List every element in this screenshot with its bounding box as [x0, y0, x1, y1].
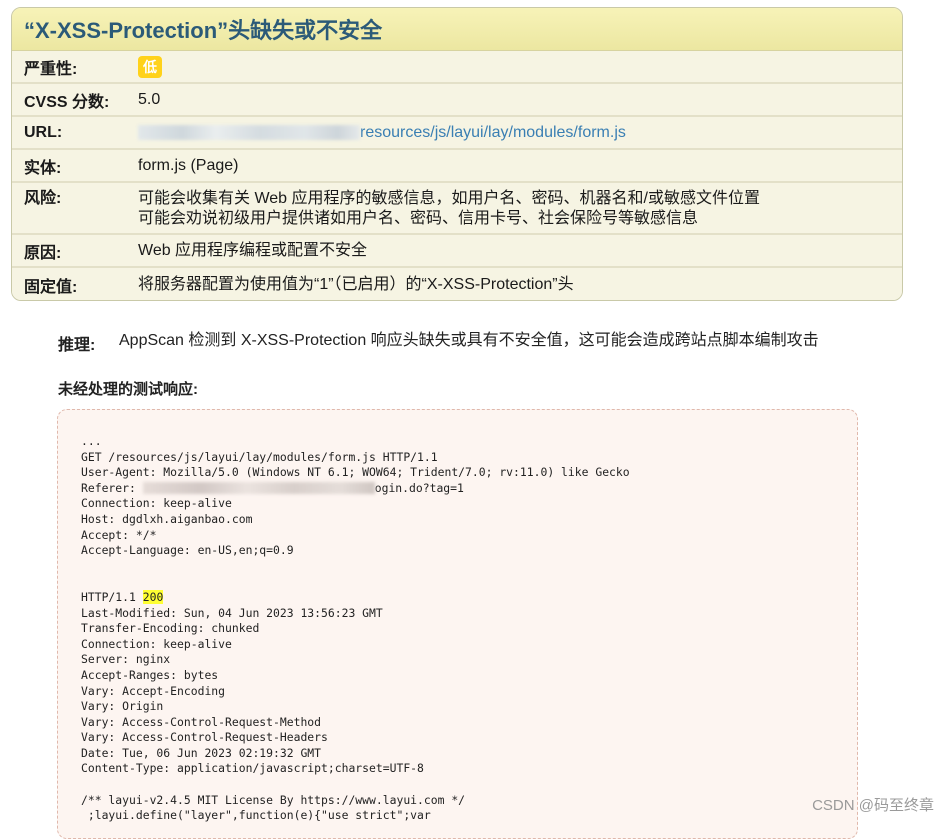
severity-row: 严重性: 低 [12, 51, 902, 84]
cause-label: 原因: [12, 239, 138, 263]
reasoning-block: 推理: AppScan 检测到 X-XSS-Protection 响应头缺失或具… [58, 331, 858, 355]
fix-label: 固定值: [12, 273, 138, 297]
response-line-0: Last-Modified: Sun, 04 Jun 2023 13:56:23… [81, 606, 383, 620]
raw-response-code-box: ... GET /resources/js/layui/lay/modules/… [57, 409, 858, 839]
url-link[interactable]: resources/js/layui/lay/modules/form.js [360, 124, 626, 141]
severity-label: 严重性: [12, 55, 138, 79]
url-row: URL: resources/js/layui/lay/modules/form… [12, 117, 902, 150]
response-line-3: Server: nginx [81, 652, 170, 666]
request-line-5: Accept: */* [81, 528, 156, 542]
risk-line-2: 可能会劝说初级用户提供诸如用户名、密码、信用卡号、社会保险号等敏感信息 [138, 209, 902, 229]
status-prefix: HTTP/1.1 [81, 590, 143, 604]
request-line-3: Connection: keep-alive [81, 496, 232, 510]
referer-suffix: ogin.do?tag=1 [375, 481, 464, 495]
entity-value: form.js (Page) [138, 156, 902, 176]
response-line-2: Connection: keep-alive [81, 637, 232, 651]
response-line-10: Content-Type: application/javascript;cha… [81, 761, 424, 775]
raw-response-code: ... GET /resources/js/layui/lay/modules/… [81, 434, 857, 824]
reasoning-text: AppScan 检测到 X-XSS-Protection 响应头缺失或具有不安全… [119, 331, 858, 355]
response-line-9: Date: Tue, 06 Jun 2023 02:19:32 GMT [81, 746, 321, 760]
fix-value: 将服务器配置为使用值为“1”（已启用）的“X-XSS-Protection”头 [138, 275, 902, 295]
cvss-value: 5.0 [138, 90, 902, 110]
response-line-7: Vary: Access-Control-Request-Method [81, 715, 321, 729]
watermark: CSDN @码至终章 [812, 794, 934, 815]
entity-row: 实体: form.js (Page) [12, 150, 902, 183]
body-line-0: /** layui-v2.4.5 MIT License By https://… [81, 793, 465, 807]
entity-label: 实体: [12, 154, 138, 178]
issue-title: “X-XSS-Protection”头缺失或不安全 [12, 8, 902, 51]
redacted-referer-blur [143, 482, 375, 494]
reasoning-label: 推理: [58, 331, 119, 355]
redacted-host-blur [138, 125, 360, 140]
body-line-1: ;layui.define("layer",function(e){"use s… [81, 808, 431, 822]
response-line-1: Transfer-Encoding: chunked [81, 621, 259, 635]
issue-card: “X-XSS-Protection”头缺失或不安全 严重性: 低 CVSS 分数… [11, 7, 903, 301]
url-label: URL: [12, 124, 138, 142]
request-line-4: Host: dgdlxh.aiganbao.com [81, 512, 252, 526]
request-line-1: GET /resources/js/layui/lay/modules/form… [81, 450, 438, 464]
status-code-highlight: 200 [143, 590, 164, 604]
response-line-4: Accept-Ranges: bytes [81, 668, 218, 682]
risk-label: 风险: [12, 189, 138, 209]
response-line-8: Vary: Access-Control-Request-Headers [81, 730, 328, 744]
request-line-0: ... [81, 434, 102, 448]
referer-prefix: Referer: [81, 481, 143, 495]
response-line-5: Vary: Accept-Encoding [81, 684, 225, 698]
response-line-6: Vary: Origin [81, 699, 163, 713]
cvss-label: CVSS 分数: [12, 88, 138, 112]
cvss-row: CVSS 分数: 5.0 [12, 84, 902, 117]
risk-line-1: 可能会收集有关 Web 应用程序的敏感信息，如用户名、密码、机器名和/或敏感文件… [138, 189, 902, 209]
request-line-2: User-Agent: Mozilla/5.0 (Windows NT 6.1;… [81, 465, 630, 479]
cause-value: Web 应用程序编程或配置不安全 [138, 241, 902, 261]
cause-row: 原因: Web 应用程序编程或配置不安全 [12, 235, 902, 268]
raw-response-title: 未经处理的测试响应: [58, 378, 198, 399]
fix-row: 固定值: 将服务器配置为使用值为“1”（已启用）的“X-XSS-Protecti… [12, 268, 902, 301]
severity-badge: 低 [138, 56, 162, 78]
request-line-6: Accept-Language: en-US,en;q=0.9 [81, 543, 294, 557]
risk-row: 风险: 可能会收集有关 Web 应用程序的敏感信息，如用户名、密码、机器名和/或… [12, 183, 902, 235]
